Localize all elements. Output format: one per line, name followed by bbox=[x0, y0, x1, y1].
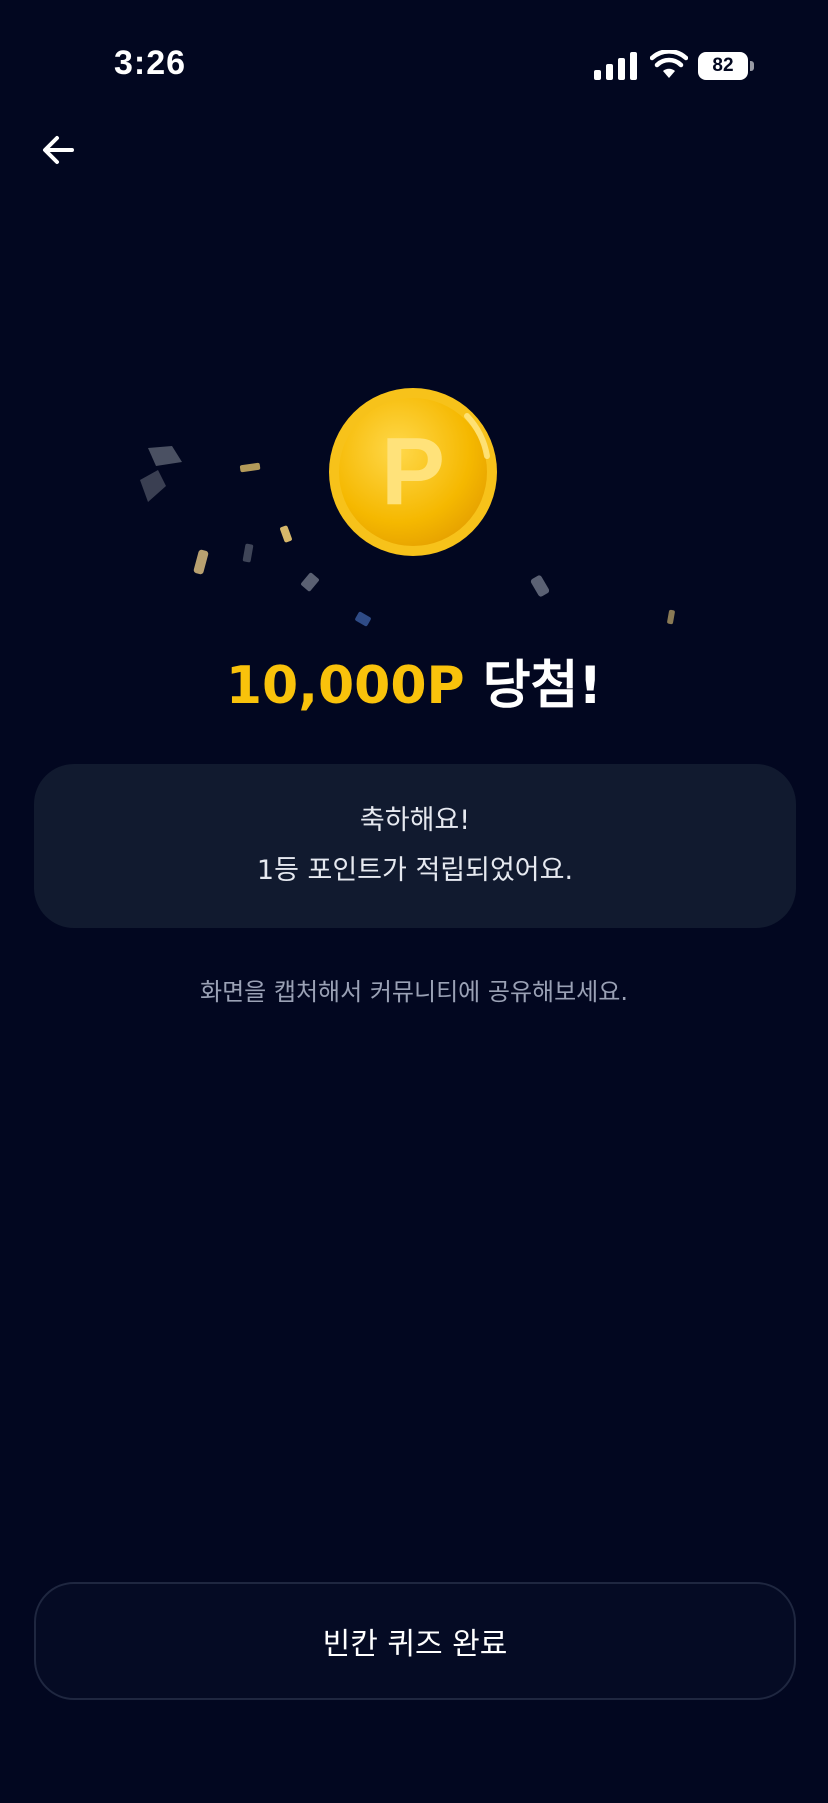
coin-letter: P bbox=[381, 418, 445, 525]
status-time: 3:26 bbox=[114, 44, 187, 82]
signal-icon bbox=[594, 52, 637, 80]
share-hint-text: 화면을 캡처해서 커뮤니티에 공유해보세요. bbox=[200, 978, 628, 1006]
congrats-line-1: 축하해요! bbox=[359, 805, 471, 836]
battery-tip bbox=[750, 61, 754, 71]
battery-level: 82 bbox=[698, 52, 748, 80]
reward-amount: 10,000P bbox=[225, 656, 465, 716]
point-coin-icon: P bbox=[329, 388, 497, 556]
quiz-complete-button[interactable]: 빈칸 퀴즈 완료 bbox=[34, 1582, 796, 1700]
status-bar: 3:26 82 bbox=[0, 0, 828, 140]
back-button[interactable] bbox=[30, 122, 86, 178]
battery-icon: 82 bbox=[698, 52, 756, 82]
congrats-line-2: 1등 포인트가 적립되었어요. bbox=[256, 855, 574, 886]
quiz-complete-label: 빈칸 퀴즈 완료 bbox=[322, 1627, 508, 1662]
wifi-icon bbox=[650, 50, 688, 78]
arrow-left-icon bbox=[43, 136, 74, 164]
reward-illustration: P bbox=[0, 370, 828, 670]
congrats-card: 축하해요! 1등 포인트가 적립되었어요. bbox=[34, 764, 796, 928]
reward-suffix: 당첨! bbox=[464, 656, 603, 716]
reward-headline: 10,000P 당첨! bbox=[0, 650, 828, 722]
